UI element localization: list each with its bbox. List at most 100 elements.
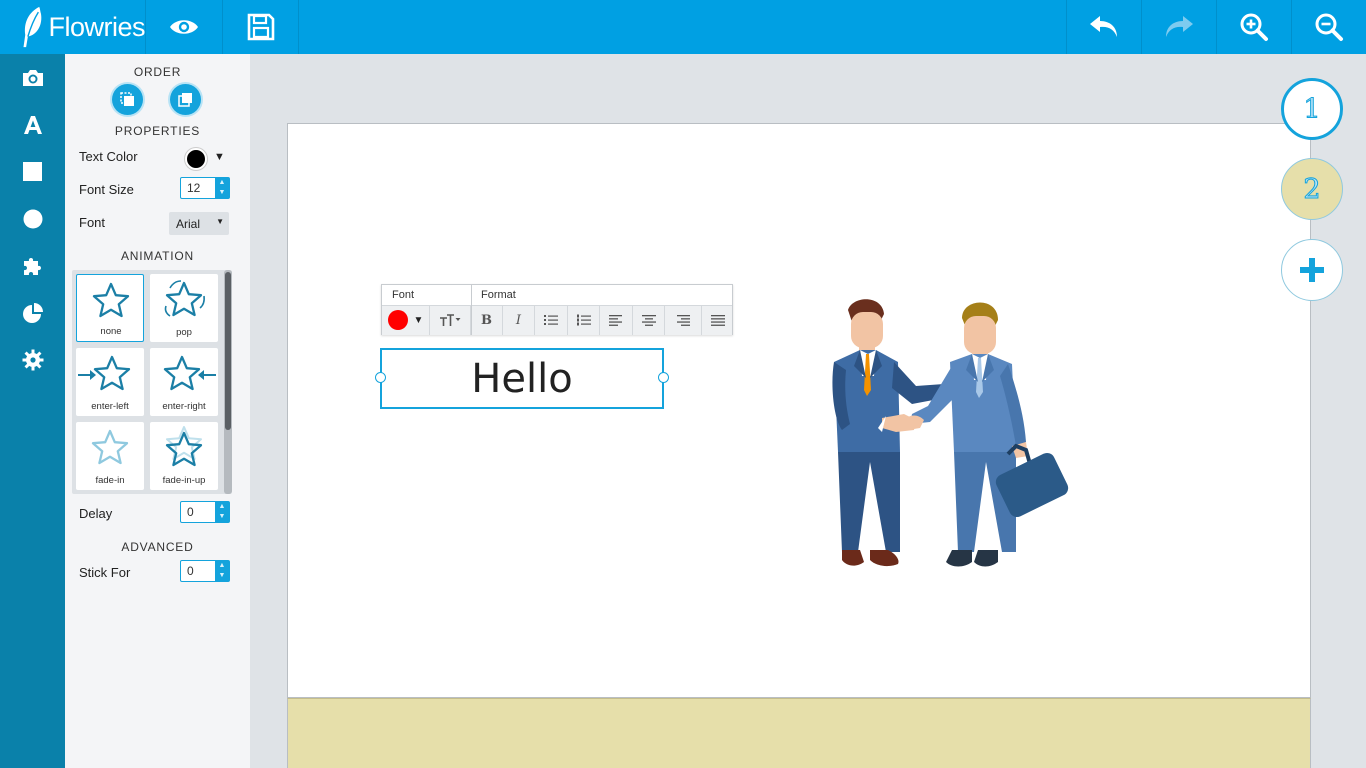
redo-icon xyxy=(1166,16,1193,37)
feather-logo-icon xyxy=(23,6,42,48)
gear-icon xyxy=(22,349,43,370)
bold-button[interactable]: B xyxy=(471,305,503,335)
page-number: 2 xyxy=(1303,173,1321,205)
text-box-content[interactable]: Hello xyxy=(471,356,572,402)
resize-handle-right[interactable] xyxy=(658,372,669,383)
font-size-menu-button[interactable] xyxy=(430,305,471,335)
font-color-swatch xyxy=(387,310,408,330)
format-group-header: Format xyxy=(481,289,516,301)
add-rectangle-tool[interactable] xyxy=(0,148,65,195)
animation-list: none pop enter-left enter-right fade-in … xyxy=(72,270,232,494)
stepper-arrows-icon[interactable]: ▲ ▼ xyxy=(215,502,229,522)
zoom-in-button[interactable] xyxy=(1216,0,1291,54)
advanced-section-title: ADVANCED xyxy=(121,540,194,554)
align-right-button[interactable] xyxy=(665,305,702,335)
add-text-tool[interactable] xyxy=(0,101,65,148)
animation-option-enter-left[interactable]: enter-left xyxy=(76,348,144,416)
business-handshake-illustration[interactable] xyxy=(820,296,1076,572)
preview-button[interactable] xyxy=(145,0,222,54)
animation-label: enter-right xyxy=(162,401,206,412)
star-enter-left-icon xyxy=(78,355,131,391)
numbered-list-button[interactable] xyxy=(568,305,600,335)
animation-option-fade-in-up[interactable]: fade-in-up xyxy=(150,422,218,490)
align-center-button[interactable] xyxy=(633,305,665,335)
text-color-swatch[interactable] xyxy=(185,148,207,170)
zoom-in-icon xyxy=(1240,13,1268,41)
properties-section-title: PROPERTIES xyxy=(114,124,201,138)
animation-label: none xyxy=(100,326,122,337)
star-fade-in-up-icon xyxy=(165,426,203,467)
text-color-label: Text Color xyxy=(79,149,138,164)
align-left-icon xyxy=(609,314,622,326)
eye-icon xyxy=(170,20,198,34)
zoom-out-icon xyxy=(1315,13,1343,41)
stepper-arrows-icon[interactable]: ▲ ▼ xyxy=(215,178,229,198)
animation-label: fade-in xyxy=(95,475,125,486)
numbered-list-icon xyxy=(576,314,591,326)
animation-label: enter-left xyxy=(91,401,129,412)
animation-scroll-thumb[interactable] xyxy=(225,272,231,430)
add-circle-tool[interactable] xyxy=(0,195,65,242)
chevron-down-icon: ▼ xyxy=(413,314,424,326)
properties-panel: ORDER PROPERTIES Text Color ▼ Font Size … xyxy=(65,54,250,768)
pie-chart-icon xyxy=(22,302,43,323)
font-group-header: Font xyxy=(392,289,415,301)
selected-text-box[interactable]: Hello xyxy=(380,348,664,409)
slide-footer-strip xyxy=(287,698,1311,768)
font-select-value: Arial xyxy=(176,217,201,231)
stepper-arrows-icon[interactable]: ▲ ▼ xyxy=(215,561,229,581)
send-backward-button[interactable] xyxy=(112,84,143,115)
add-component-tool[interactable] xyxy=(0,242,65,289)
add-page-button[interactable] xyxy=(1281,239,1343,301)
app-logo: Flowries xyxy=(0,0,145,54)
star-pop-icon xyxy=(164,280,205,317)
slide-canvas[interactable] xyxy=(287,123,1311,698)
text-height-icon xyxy=(440,314,461,326)
add-image-tool[interactable] xyxy=(0,54,65,101)
text-icon xyxy=(23,115,42,134)
stick-for-label: Stick For xyxy=(79,565,131,580)
align-center-icon xyxy=(641,314,656,326)
resize-handle-left[interactable] xyxy=(375,372,386,383)
page-thumb-1[interactable]: 1 xyxy=(1281,78,1343,140)
align-left-button[interactable] xyxy=(600,305,633,335)
font-size-value: 12 xyxy=(187,181,201,195)
settings-tool[interactable] xyxy=(0,336,65,383)
save-button[interactable] xyxy=(222,0,299,54)
font-label: Font xyxy=(79,215,106,230)
delay-stepper[interactable]: 0 ▲ ▼ xyxy=(180,501,230,523)
square-icon xyxy=(23,162,42,181)
stick-for-stepper[interactable]: 0 ▲ ▼ xyxy=(180,560,230,582)
top-toolbar: Flowries xyxy=(0,0,1366,54)
undo-button[interactable] xyxy=(1066,0,1141,54)
text-format-toolbar: Font Format ▼ B I xyxy=(381,284,733,335)
animation-option-enter-right[interactable]: enter-right xyxy=(150,348,218,416)
justify-button[interactable] xyxy=(702,305,733,335)
chevron-down-icon: ▼ xyxy=(216,217,224,226)
camera-icon xyxy=(22,69,43,86)
puzzle-icon xyxy=(23,257,41,275)
add-chart-tool[interactable] xyxy=(0,289,65,336)
undo-icon xyxy=(1090,16,1117,37)
tool-rail xyxy=(0,54,65,768)
animation-option-none[interactable]: none xyxy=(76,274,144,342)
zoom-out-button[interactable] xyxy=(1291,0,1366,54)
send-backward-icon xyxy=(120,92,134,106)
animation-option-pop[interactable]: pop xyxy=(150,274,218,342)
font-color-button[interactable]: ▼ xyxy=(382,305,430,335)
animation-option-fade-in[interactable]: fade-in xyxy=(76,422,144,490)
text-color-dropdown-icon[interactable]: ▼ xyxy=(214,151,225,163)
font-size-label: Font Size xyxy=(79,182,134,197)
bring-forward-button[interactable] xyxy=(170,84,201,115)
font-select[interactable]: Arial ▼ xyxy=(169,212,229,235)
italic-button[interactable]: I xyxy=(503,305,535,335)
delay-label: Delay xyxy=(79,506,113,521)
font-size-stepper[interactable]: 12 ▲ ▼ xyxy=(180,177,230,199)
plus-icon xyxy=(1300,258,1324,282)
app-name: Flowries xyxy=(48,11,145,42)
page-thumb-2[interactable]: 2 xyxy=(1281,158,1343,220)
redo-button[interactable] xyxy=(1141,0,1216,54)
bullet-list-button[interactable] xyxy=(535,305,568,335)
star-icon xyxy=(92,282,130,318)
animation-section-title: ANIMATION xyxy=(121,249,194,263)
